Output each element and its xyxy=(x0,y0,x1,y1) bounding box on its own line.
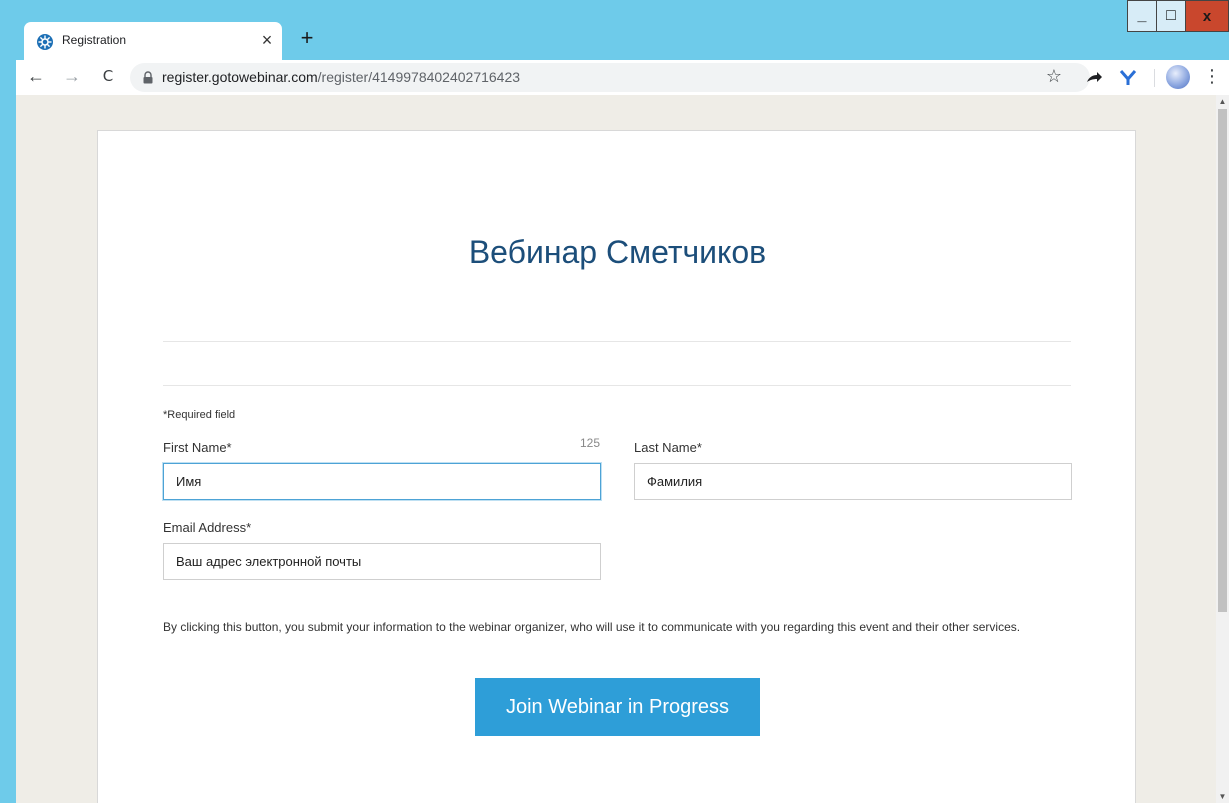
join-webinar-button[interactable]: Join Webinar in Progress xyxy=(475,678,760,736)
extension-y-icon[interactable] xyxy=(1116,65,1140,89)
bookmark-star-icon[interactable]: ☆ xyxy=(1042,65,1066,89)
reload-button[interactable]: C xyxy=(96,65,120,89)
toolbar-separator xyxy=(1154,69,1155,87)
tab-title: Registration xyxy=(62,33,127,47)
minimize-button[interactable]: _ xyxy=(1127,0,1157,32)
tab-registration[interactable]: Registration × xyxy=(24,22,282,60)
registration-card: Вебинар Сметчиков *Required field First … xyxy=(97,130,1136,803)
window-left-frame xyxy=(0,0,16,803)
consent-disclaimer: By clicking this button, you submit your… xyxy=(163,620,1021,634)
email-label: Email Address* xyxy=(163,520,252,535)
tab-close-icon[interactable]: × xyxy=(256,29,278,51)
browser-window: Registration × + _ □ x ← → C register.go… xyxy=(0,0,1229,803)
window-controls: _ □ x xyxy=(1127,0,1229,34)
lock-icon xyxy=(143,71,153,84)
last-name-label: Last Name* xyxy=(634,440,702,455)
first-name-input[interactable]: Имя xyxy=(163,463,601,500)
url-path: /register/4149978402402716423 xyxy=(317,69,521,85)
gotowebinar-favicon-icon xyxy=(37,34,53,50)
scroll-up-arrow-icon[interactable]: ▲ xyxy=(1218,97,1227,106)
forward-button[interactable]: → xyxy=(60,65,84,89)
share-arrow-icon[interactable] xyxy=(1082,65,1106,89)
url-text: register.gotowebinar.com/register/414997… xyxy=(162,69,520,85)
last-name-input[interactable]: Фамилия xyxy=(634,463,1072,500)
close-window-button[interactable]: x xyxy=(1185,0,1229,32)
title-bar: Registration × + _ □ x xyxy=(0,0,1229,60)
back-button[interactable]: ← xyxy=(24,65,48,89)
required-field-note: *Required field xyxy=(163,409,236,421)
first-name-char-count: 125 xyxy=(580,436,601,450)
first-name-label: First Name* xyxy=(163,440,232,455)
address-bar[interactable]: register.gotowebinar.com/register/414997… xyxy=(130,63,1090,92)
browser-menu-icon[interactable]: ⋮ xyxy=(1202,65,1222,89)
url-host: register.gotowebinar.com xyxy=(162,69,318,85)
new-tab-button[interactable]: + xyxy=(294,26,320,52)
scroll-down-arrow-icon[interactable]: ▼ xyxy=(1218,792,1227,801)
scroll-thumb[interactable] xyxy=(1218,109,1227,612)
profile-avatar[interactable] xyxy=(1166,65,1190,89)
divider-bottom xyxy=(163,385,1071,386)
page-viewport: Вебинар Сметчиков *Required field First … xyxy=(16,95,1229,803)
maximize-button[interactable]: □ xyxy=(1156,0,1186,32)
divider-top xyxy=(163,341,1071,342)
page-title: Вебинар Сметчиков xyxy=(468,234,767,270)
browser-toolbar: ← → C register.gotowebinar.com/register/… xyxy=(16,60,1229,95)
page-scrollbar[interactable]: ▲ ▼ xyxy=(1216,95,1229,803)
email-input[interactable]: Ваш адрес электронной почты xyxy=(163,543,601,580)
